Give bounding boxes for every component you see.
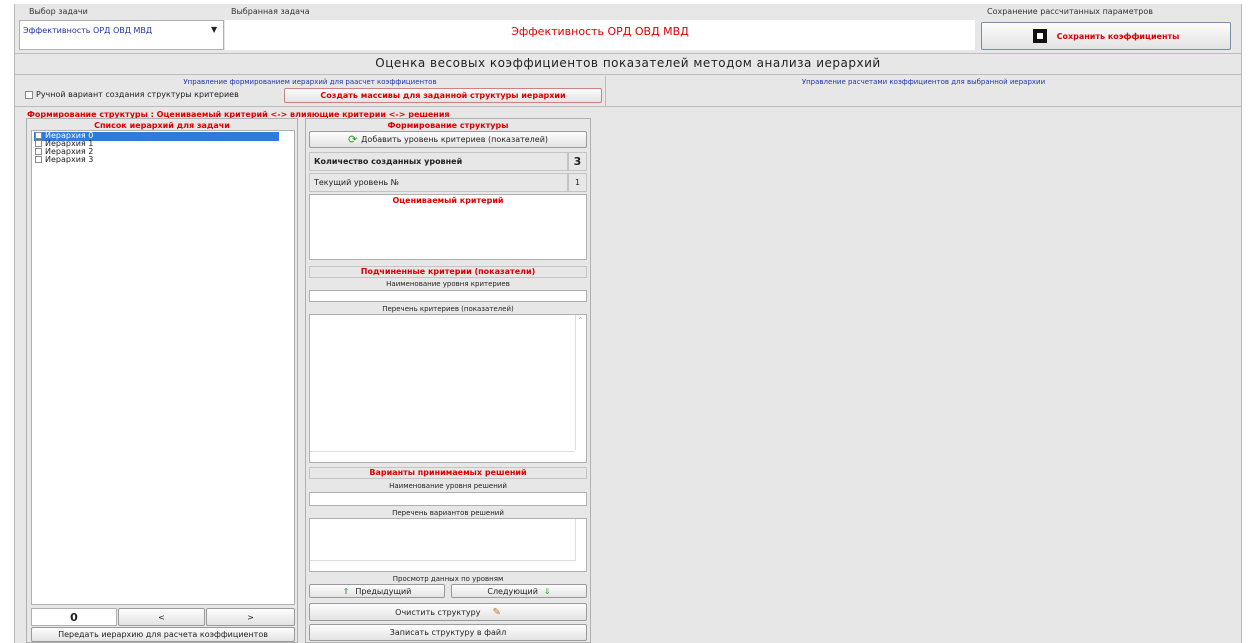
add-level-button[interactable]: ⟳ Добавить уровень критериев (показателей… [309,131,587,148]
view-by-levels-label: Просмотр данных по уровням [392,575,504,583]
app-window: Выбор задачи Эффективность ОРД ОВД МВД ▼… [0,0,1255,643]
arrow-up-icon: ⇑ [342,586,350,596]
decisions-header: Варианты принимаемых решений [309,467,587,479]
levels-count-value: 3 [568,152,587,171]
structure-title: Формирование структуры [387,121,509,130]
sub-criteria-header: Подчиненные критерии (показатели) [309,266,587,278]
manual-structure-checkbox[interactable]: Ручной вариант создания структуры критер… [25,90,239,99]
create-arrays-button[interactable]: Создать массивы для заданной структуры и… [284,88,602,103]
selected-task-field: Эффективность ОРД ОВД МВД [225,20,975,50]
transfer-hierarchy-button[interactable]: Передать иерархию для расчета коэффициен… [31,627,295,642]
criteria-level-name-input[interactable] [309,290,587,302]
levels-count-label: Количество созданных уровней [309,152,568,171]
list-next-button[interactable]: > [206,608,295,626]
hierarchy-list[interactable]: Иерархия 0 Иерархия 1 Иерархия 2 Иерархи… [31,130,295,605]
checkbox-icon[interactable] [25,90,33,99]
floppy-disk-icon [1032,29,1047,43]
decisions-list-textarea[interactable] [309,518,587,572]
current-level-label: Текущий уровень № [309,173,568,192]
criteria-list-textarea[interactable]: ^ [309,314,587,463]
task-select-dropdown[interactable]: Эффективность ОРД ОВД МВД ▼ [19,20,224,50]
list-prev-button[interactable]: < [118,608,205,626]
previous-level-button[interactable]: ⇑ Предыдущий [309,584,445,598]
selected-task-label: Выбранная задача [231,7,310,16]
hierarchy-list-title: Список иерархий для задачи [94,121,230,130]
page-title: Оценка весовых коэффициентов показателей… [375,56,881,70]
horizontal-scrollbar[interactable] [310,451,575,462]
clear-structure-button[interactable]: Очистить структуру ✎ [309,603,587,621]
horizontal-scrollbar[interactable] [310,560,575,571]
selected-task-value: Эффективность ОРД ОВД МВД [511,25,689,38]
save-group-label: Сохранение рассчитанных параметров [987,7,1153,16]
save-coefficients-button[interactable]: Сохранить коэффициенты [981,22,1231,50]
decisions-level-name-input[interactable] [309,492,587,506]
evaluated-criterion-label: Оцениваемый критерий [392,196,504,205]
evaluated-criterion-field[interactable]: Оцениваемый критерий [309,194,587,260]
criteria-list-label: Перечень критериев (показателей) [382,305,514,313]
main-frame: Выбор задачи Эффективность ОРД ОВД МВД ▼… [14,4,1242,643]
vertical-scrollbar[interactable]: ^ [575,315,586,450]
refresh-icon: ⟳ [347,133,358,146]
task-select-label: Выбор задачи [29,7,88,16]
arrow-down-icon: ⇓ [543,586,551,596]
decisions-level-name-label: Наименование уровня решений [389,482,507,490]
vertical-scrollbar[interactable] [575,519,586,561]
decisions-list-label: Перечень вариантов решений [392,509,504,517]
current-level-value: 1 [568,173,587,192]
hierarchy-mgmt-title: Управление формированием иерархий для ра… [183,78,437,86]
criteria-level-name-label: Наименование уровня критериев [386,280,510,288]
chevron-down-icon[interactable]: ▼ [211,25,217,34]
eraser-icon: ✎ [492,606,501,618]
save-coefficients-label: Сохранить коэффициенты [1056,31,1180,41]
list-item[interactable]: Иерархия 3 [35,156,93,164]
save-structure-file-button[interactable]: Записать структуру в файл [309,624,587,641]
calc-mgmt-title: Управление расчетами коэффициентов для в… [801,78,1046,86]
task-select-value: Эффективность ОРД ОВД МВД [23,26,153,35]
next-level-button[interactable]: Следующий ⇓ [451,584,587,598]
hierarchy-counter: 0 [31,608,117,626]
